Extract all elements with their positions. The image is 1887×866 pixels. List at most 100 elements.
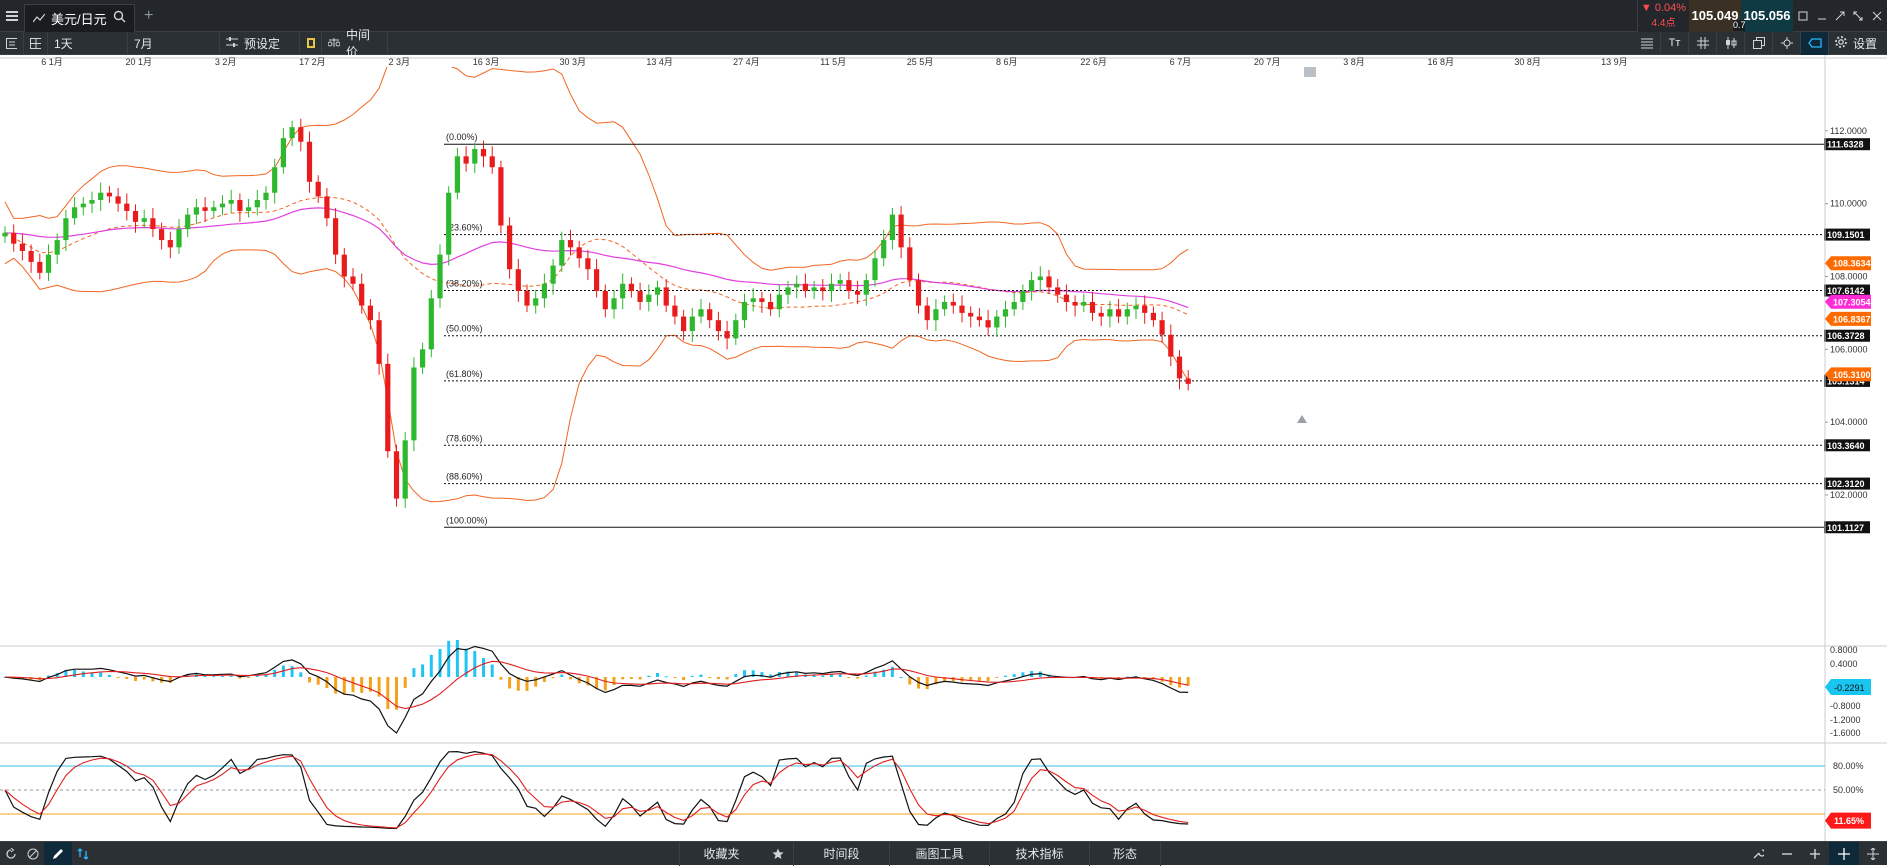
panel-icon[interactable] <box>0 31 24 55</box>
candle-body <box>1116 309 1122 317</box>
fit-icon[interactable] <box>1859 842 1887 865</box>
candle-body <box>1142 305 1148 313</box>
preset-button[interactable]: 预设定 <box>220 31 300 55</box>
search-icon[interactable] <box>113 10 126 26</box>
instrument-tab[interactable]: 美元/日元 <box>24 3 135 32</box>
candle-body <box>976 316 982 321</box>
macd-histogram-bar <box>212 676 216 678</box>
price-type-button[interactable]: 中间价 <box>322 28 388 59</box>
macd-tick-label: -0.8000 <box>1830 701 1861 711</box>
candle-body <box>498 167 504 226</box>
indicators-button[interactable]: 技术指标 <box>989 841 1089 866</box>
macd-histogram-bar <box>473 651 477 677</box>
price-chart[interactable]: (0.00%) 111.6328 (23.60%) 109.1501 (38.20%) 1… <box>0 55 1887 841</box>
scroll-marker <box>1304 67 1316 77</box>
pencil-icon[interactable] <box>44 842 72 865</box>
macd-histogram-bar <box>699 674 703 677</box>
candle-body <box>872 258 878 281</box>
candle-body <box>193 207 199 215</box>
macd-histogram-bar <box>290 666 294 677</box>
last-price-arrow <box>1297 415 1307 423</box>
label-icon[interactable] <box>1801 31 1829 55</box>
star-icon[interactable] <box>763 842 793 865</box>
indicator-price-tag-text: 108.3634 <box>1833 259 1871 269</box>
popout-icon[interactable] <box>1849 0 1867 31</box>
grid-icon[interactable] <box>1689 31 1717 55</box>
candle-body <box>132 210 139 222</box>
candle-body <box>698 309 704 317</box>
candle-body <box>507 225 513 270</box>
alert-icon[interactable] <box>300 31 322 55</box>
close-icon[interactable] <box>1867 0 1887 31</box>
macd-histogram-bar <box>551 677 555 679</box>
macd-histogram-bar <box>673 677 677 678</box>
candle-body <box>1063 294 1069 302</box>
fib-price-tag-text: 103.3640 <box>1827 441 1865 451</box>
x-tick-label: 3 8月 <box>1343 57 1365 67</box>
add-tab-icon[interactable]: + <box>135 0 163 31</box>
macd-histogram-bar <box>73 670 77 677</box>
candle-body <box>985 320 991 328</box>
patterns-button[interactable]: 形态 <box>1089 841 1161 866</box>
spread-value: 0.7 <box>1733 20 1746 31</box>
settings-label: 设置 <box>1853 36 1878 51</box>
list-icon[interactable] <box>1633 31 1661 55</box>
macd-histogram-bar <box>360 677 364 693</box>
macd-histogram-bar <box>499 677 503 680</box>
preset-label: 预设定 <box>244 36 281 51</box>
zoom-in-icon[interactable] <box>1801 842 1829 865</box>
stoch-tick-label: 80.00% <box>1833 761 1864 771</box>
layout-icon[interactable] <box>24 31 48 55</box>
candle-body <box>428 298 434 350</box>
candle-body <box>124 203 130 211</box>
candle-body <box>463 156 469 164</box>
drawing-tools-button[interactable]: 画图工具 <box>889 841 989 866</box>
candle-body <box>1185 378 1191 384</box>
y-tick-label: 112.0000 <box>1830 126 1867 136</box>
zoom-out-icon[interactable] <box>1773 842 1801 865</box>
candle-body <box>1133 305 1139 310</box>
macd-histogram-bar <box>647 675 651 677</box>
title-bar: 美元/日元 + ▼ 0.04% 4.4点 105.049 105.056 0.7 <box>0 0 1887 32</box>
restore-icon[interactable] <box>1831 0 1849 31</box>
favorites-button[interactable]: 收藏夹 <box>679 841 763 866</box>
macd-histogram-bar <box>334 677 338 694</box>
period-select[interactable]: 7月 <box>128 31 220 55</box>
candle-body <box>785 287 791 295</box>
stochastic-panel: 80.00% 50.00% 11.65% <box>0 750 1871 830</box>
fib-price-tag-text: 111.6328 <box>1827 140 1864 150</box>
refresh-icon[interactable] <box>0 842 22 865</box>
timeframe-button[interactable]: 时间段 <box>793 841 889 866</box>
candle-body <box>385 363 391 452</box>
move-icon[interactable] <box>1829 842 1859 865</box>
settings-button[interactable]: 设置 <box>1829 32 1887 55</box>
candle-body <box>1089 301 1096 313</box>
macd-histogram-bar <box>125 677 129 680</box>
menu-icon[interactable] <box>0 0 24 31</box>
candle-body <box>1098 312 1104 317</box>
macd-histogram-bar <box>142 677 146 680</box>
tools-icon[interactable] <box>1743 842 1773 865</box>
hide-icon[interactable] <box>22 842 44 865</box>
macd-histogram-bar <box>508 677 512 689</box>
ask-price-box[interactable]: 105.056 <box>1741 0 1793 32</box>
windows-icon[interactable] <box>1745 31 1773 55</box>
candle-type-icon[interactable] <box>1717 31 1745 55</box>
x-tick-label: 20 1月 <box>126 57 153 67</box>
fib-label: (88.60%) <box>446 472 483 482</box>
window-control-icon[interactable] <box>1793 0 1813 31</box>
macd-histogram-bar <box>403 677 407 688</box>
macd-histogram-bar <box>308 677 311 683</box>
candle-body <box>263 192 269 201</box>
timeframe-select[interactable]: 1天 <box>48 31 128 55</box>
font-size-icon[interactable]: Tт <box>1661 31 1689 55</box>
candle-body <box>472 149 478 164</box>
minimize-icon[interactable] <box>1813 0 1831 31</box>
crosshair-icon[interactable] <box>1773 31 1801 55</box>
fib-label: (61.80%) <box>446 369 483 379</box>
sync-icon[interactable] <box>72 842 94 865</box>
stoch-d-line <box>4 753 1189 829</box>
candle-body <box>176 229 182 248</box>
candle-body <box>150 218 156 230</box>
candle-body <box>1055 287 1061 295</box>
